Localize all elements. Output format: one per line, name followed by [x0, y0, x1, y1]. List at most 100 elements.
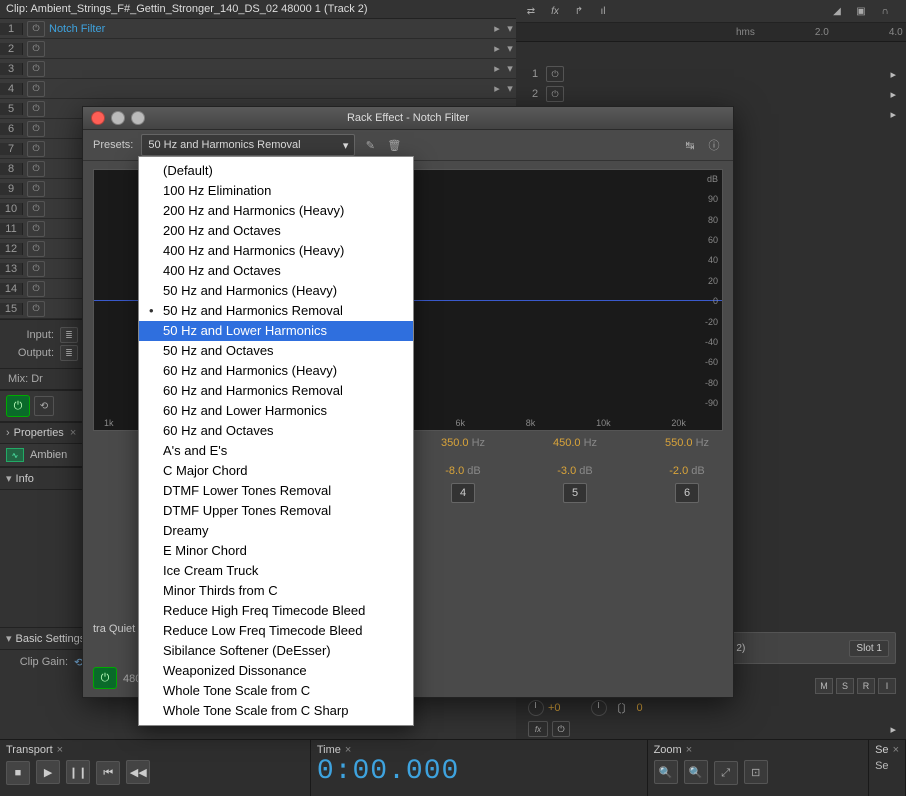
swap-icon[interactable]: ⇄: [522, 3, 540, 19]
time-display[interactable]: 0:00.000: [317, 756, 641, 787]
menu-icon[interactable]: ▾: [504, 22, 516, 35]
preset-option[interactable]: 60 Hz and Harmonics Removal: [139, 381, 413, 401]
close-icon[interactable]: ×: [57, 744, 63, 756]
preset-option[interactable]: Reduce High Freq Timecode Bleed: [139, 601, 413, 621]
chevron-right-icon[interactable]: ▸: [890, 68, 896, 81]
delete-preset-icon[interactable]: 🗑: [385, 137, 403, 153]
send-icon[interactable]: ↱: [570, 3, 588, 19]
notch-enable-5[interactable]: 5: [563, 483, 587, 503]
track-slot-1[interactable]: 1⏻▸: [528, 64, 896, 84]
stop-button[interactable]: ■: [6, 761, 30, 785]
info-icon[interactable]: ⓘ: [705, 137, 723, 153]
preset-option[interactable]: Ice Cream Truck: [139, 561, 413, 581]
preset-option[interactable]: 100 Hz Elimination: [139, 181, 413, 201]
preset-option[interactable]: 400 Hz and Harmonics (Heavy): [139, 241, 413, 261]
preset-option[interactable]: 60 Hz and Harmonics (Heavy): [139, 361, 413, 381]
prev-button[interactable]: ⏮: [96, 761, 120, 785]
preset-option[interactable]: DTMF Lower Tones Removal: [139, 481, 413, 501]
pan-knob[interactable]: [591, 700, 607, 716]
track-volume[interactable]: +0: [548, 702, 561, 714]
preset-option[interactable]: Whole Tone Scale from C: [139, 681, 413, 701]
close-window-button[interactable]: [91, 111, 105, 125]
save-preset-icon[interactable]: ✎: [361, 137, 379, 153]
metronome-icon[interactable]: ▣: [852, 3, 870, 19]
preset-option[interactable]: Reduce Low Freq Timecode Bleed: [139, 621, 413, 641]
chevron-right-icon[interactable]: ▸: [490, 22, 504, 35]
preset-dropdown-menu[interactable]: (Default)100 Hz Elimination200 Hz and Ha…: [138, 156, 414, 726]
zoom-selection-icon[interactable]: ⊡: [744, 760, 768, 784]
preset-option[interactable]: C Major Chord: [139, 461, 413, 481]
chevron-right-icon[interactable]: ▸: [890, 723, 896, 736]
slot-selector[interactable]: Slot 1: [849, 640, 889, 657]
close-icon[interactable]: ×: [70, 427, 76, 439]
notch-enable-6[interactable]: 6: [675, 483, 699, 503]
preset-option[interactable]: Whole Tone Scale from C Sharp: [139, 701, 413, 721]
preset-option[interactable]: 50 Hz and Harmonics Removal: [139, 301, 413, 321]
notch-5: 450.0 Hz -3.0 dB 5: [539, 437, 611, 503]
power-icon[interactable]: ⏻: [27, 41, 45, 57]
track-pan[interactable]: 0: [637, 702, 643, 714]
close-icon[interactable]: ×: [893, 744, 899, 756]
zoom-out-h-icon[interactable]: 🔍: [684, 760, 708, 784]
effect-power-button[interactable]: ⏻: [93, 667, 117, 689]
notch-enable-4[interactable]: 4: [451, 483, 475, 503]
zoom-fit-icon[interactable]: ⤢: [714, 761, 738, 785]
rack-power-button[interactable]: ⏻: [6, 395, 30, 417]
volume-knob[interactable]: [528, 700, 544, 716]
power-icon[interactable]: ⏻: [27, 61, 45, 77]
preset-option[interactable]: 200 Hz and Harmonics (Heavy): [139, 201, 413, 221]
zoom-panel: Zoom× 🔍 🔍 ⤢ ⊡: [648, 740, 870, 796]
preset-dropdown[interactable]: 50 Hz and Harmonics Removal ▾: [141, 134, 355, 156]
effect-name[interactable]: Notch Filter: [49, 23, 490, 35]
pause-button[interactable]: ❙❙: [66, 760, 90, 784]
preset-option[interactable]: 400 Hz and Octaves: [139, 261, 413, 281]
preset-option[interactable]: Weaponized Dissonance: [139, 661, 413, 681]
preset-option[interactable]: 60 Hz and Octaves: [139, 421, 413, 441]
close-icon[interactable]: ×: [686, 744, 692, 756]
modal-titlebar[interactable]: Rack Effect - Notch Filter: [83, 107, 733, 130]
preset-option[interactable]: A's and E's: [139, 441, 413, 461]
fx-button[interactable]: fx: [528, 721, 548, 737]
effect-slot-2[interactable]: 2⏻▸▾: [0, 39, 516, 59]
power-icon[interactable]: ⏻: [552, 721, 570, 737]
fx-icon[interactable]: fx: [546, 3, 564, 19]
preset-option[interactable]: (Default): [139, 161, 413, 181]
snap-icon[interactable]: ◢: [828, 3, 846, 19]
preset-option[interactable]: 60 Hz and Lower Harmonics: [139, 401, 413, 421]
output-meter-icon[interactable]: ≣: [60, 345, 78, 361]
solo-button[interactable]: S: [836, 678, 854, 694]
preset-option[interactable]: 50 Hz and Octaves: [139, 341, 413, 361]
preset-option[interactable]: Sibilance Softener (DeEsser): [139, 641, 413, 661]
transport-panel: Transport× ■ ▶ ❙❙ ⏮ ◀◀: [0, 740, 311, 796]
zoom-in-h-icon[interactable]: 🔍: [654, 760, 678, 784]
preset-option[interactable]: DTMF Upper Tones Removal: [139, 501, 413, 521]
routing-icon[interactable]: ↹: [681, 137, 699, 153]
play-button[interactable]: ▶: [36, 760, 60, 784]
mute-button[interactable]: M: [815, 678, 833, 694]
power-icon[interactable]: ⏻: [27, 21, 45, 37]
preset-option[interactable]: Minor Thirds from C: [139, 581, 413, 601]
close-icon[interactable]: ×: [345, 744, 351, 756]
effect-slot-4[interactable]: 4⏻▸▾: [0, 79, 516, 99]
effect-slot-1[interactable]: 1⏻Notch Filter▸▾: [0, 19, 516, 39]
rewind-button[interactable]: ◀◀: [126, 760, 150, 784]
preset-option[interactable]: 200 Hz and Octaves: [139, 221, 413, 241]
minimize-window-button[interactable]: [111, 111, 125, 125]
preset-option[interactable]: 50 Hz and Harmonics (Heavy): [139, 281, 413, 301]
bypass-icon[interactable]: ⟲: [34, 396, 54, 416]
headphones-icon[interactable]: ∩: [876, 3, 894, 19]
preset-option[interactable]: 50 Hz and Lower Harmonics: [139, 321, 413, 341]
preset-option[interactable]: Dreamy: [139, 521, 413, 541]
eq-icon[interactable]: ıl: [594, 3, 612, 19]
record-button[interactable]: R: [857, 678, 875, 694]
timeline-ruler[interactable]: hms 2.0 4.0: [516, 23, 906, 42]
zoom-window-button[interactable]: [131, 111, 145, 125]
preset-option[interactable]: E Minor Chord: [139, 541, 413, 561]
input-monitor-button[interactable]: I: [878, 678, 896, 694]
input-meter-icon[interactable]: ≣: [60, 327, 78, 343]
track-slot-2[interactable]: 2⏻▸: [528, 84, 896, 104]
power-icon[interactable]: ⏻: [546, 66, 564, 82]
bottom-panels: Transport× ■ ▶ ❙❙ ⏮ ◀◀ Time× 0:00.000 Zo…: [0, 739, 906, 796]
waveform-icon: ∿: [6, 448, 24, 462]
effect-slot-3[interactable]: 3⏻▸▾: [0, 59, 516, 79]
